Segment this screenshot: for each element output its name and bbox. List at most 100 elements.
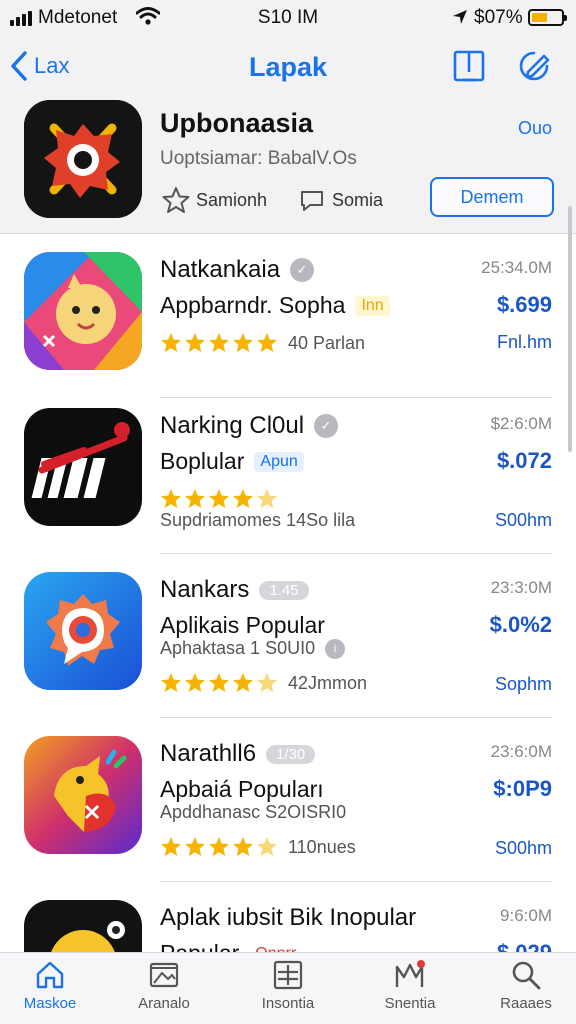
home-icon [36, 961, 64, 989]
app-meta: 42Jmmon [288, 672, 368, 693]
app-icon [24, 736, 142, 854]
image-icon [149, 962, 179, 988]
rate-action[interactable]: Samionh [162, 186, 267, 214]
app-icon [24, 408, 142, 526]
star-icon [209, 489, 229, 508]
download-link[interactable]: Fnl.hm [497, 332, 552, 353]
location-arrow-icon [453, 10, 467, 24]
app-meta: Supdriamomes 14So lila [160, 510, 356, 530]
star-outline-icon [162, 187, 190, 213]
star-icon [257, 837, 277, 856]
price-button[interactable]: $.072 [497, 448, 552, 474]
app-subtext: Aphaktasa 1 S0UI0 [160, 638, 316, 658]
info-icon: i [325, 638, 346, 659]
featured-app-name: Upbonaasia [160, 108, 314, 138]
tab-updates[interactable]: Snentia [360, 959, 460, 1012]
app-icon [24, 252, 142, 370]
grid-icon [273, 960, 303, 990]
search-icon [512, 961, 541, 990]
list-item[interactable]: Natkankaia ✓ Appbarndr. Sopha Inn 40 Parla… [0, 234, 576, 398]
star-icon [257, 673, 277, 692]
featured-app-header: Upbonaasia Uoptsiamar: BabalV.Os Ouo Sam… [0, 100, 576, 234]
star-icon [209, 673, 229, 692]
app-category: Apbaiá Popuları [160, 776, 324, 802]
app-name: Nankars [160, 576, 250, 603]
star-icon [233, 837, 253, 856]
star-icon [161, 333, 181, 352]
price-button[interactable]: $:0P9 [493, 776, 552, 802]
star-icon [209, 333, 229, 352]
app-size: 25:34.0M [481, 258, 552, 277]
star-icon [233, 489, 253, 508]
app-tag: Onnrr [249, 944, 302, 953]
navigation-bar: Lax Lapak [0, 36, 576, 100]
star-icon [161, 837, 181, 856]
tab-bar: Maskoe Aranalo Insontia Snentia Raaaes [0, 952, 576, 1024]
download-link[interactable]: S00hm [495, 838, 552, 859]
featured-app-count: Ouo [517, 118, 552, 138]
share-action-label: Somia [332, 189, 384, 210]
tab-browse[interactable]: Aranalo [114, 959, 214, 1012]
verified-icon: ✓ [314, 414, 339, 438]
list-item[interactable]: Nankars 1.45 Aplikais Popular Aphaktasa 1… [0, 554, 576, 718]
share-action[interactable]: Somia [298, 186, 383, 214]
app-name: Aplak iubsit Bik Inopular [160, 904, 417, 931]
tab-label: Snentia [384, 995, 436, 1012]
featured-app-subtitle: Uoptsiamar: BabalV.Os [160, 148, 357, 169]
price-button[interactable]: $.029 [497, 940, 552, 952]
download-link[interactable]: Sophm [495, 674, 552, 695]
app-size: $2:6:0M [490, 414, 552, 433]
star-icon [257, 333, 277, 352]
battery-icon [528, 9, 567, 26]
tab-search[interactable]: Raaaes [476, 959, 576, 1012]
star-rating [160, 836, 278, 858]
app-category: Aplikais Popular [160, 612, 325, 638]
tab-label: Insontia [261, 995, 315, 1012]
tab-apps[interactable]: Insontia [238, 959, 338, 1012]
app-category: Appbarndr. Sopha [160, 292, 346, 318]
bookmark-icon[interactable] [450, 48, 488, 86]
star-icon [185, 837, 205, 856]
app-name: Natkankaia [160, 256, 281, 283]
app-name: Narking Cl0ul [160, 412, 305, 439]
app-category: Boplular [160, 448, 245, 474]
status-bar: Mdetonet S10 IM $07% [0, 0, 576, 36]
tab-label: Raaaes [500, 995, 552, 1012]
star-icon [185, 489, 205, 508]
app-badge: 1.45 [259, 580, 309, 600]
tab-label: Maskoe [23, 995, 77, 1012]
star-rating [160, 332, 278, 354]
app-size: 9:6:0M [500, 906, 552, 925]
tab-label: Aranalo [138, 995, 190, 1012]
battery-percent: $07% [474, 7, 523, 28]
star-icon [233, 673, 253, 692]
compose-icon[interactable] [514, 48, 552, 86]
app-name: Narathll6 [160, 740, 257, 767]
list-item[interactable]: Narathll6 1/30 Apbaiá Popuları Apddhanasc… [0, 718, 576, 882]
app-tag: Inn [355, 295, 390, 316]
app-size: 23:3:0M [490, 578, 552, 597]
star-rating [160, 488, 278, 510]
scrollbar[interactable] [568, 206, 572, 452]
get-button[interactable]: Demem [430, 177, 554, 217]
featured-app-icon[interactable] [24, 100, 142, 218]
star-icon [233, 333, 253, 352]
app-size: 23:6:0M [490, 742, 552, 761]
app-meta: 110nues [288, 836, 356, 857]
rate-action-label: Samionh [196, 189, 268, 210]
app-subtext: Apddhanasc S2OISRI0 [160, 802, 347, 822]
list-item[interactable]: Aplak iubsit Bik Inopular Papular Onnrr 9… [0, 882, 576, 952]
app-category: Papular [160, 940, 239, 952]
star-icon [161, 489, 181, 508]
app-icon [24, 900, 142, 952]
list-item[interactable]: Narking Cl0ul ✓ Boplular Apun Supdriamomes… [0, 390, 576, 554]
star-icon [185, 673, 205, 692]
star-icon [209, 837, 229, 856]
star-icon [185, 333, 205, 352]
price-button[interactable]: $.0%2 [490, 612, 552, 638]
price-button[interactable]: $.699 [497, 292, 552, 318]
app-meta: 40 Parlan [288, 332, 366, 353]
star-icon [257, 489, 277, 508]
download-link[interactable]: S00hm [495, 510, 552, 531]
tab-home[interactable]: Maskoe [0, 959, 100, 1012]
